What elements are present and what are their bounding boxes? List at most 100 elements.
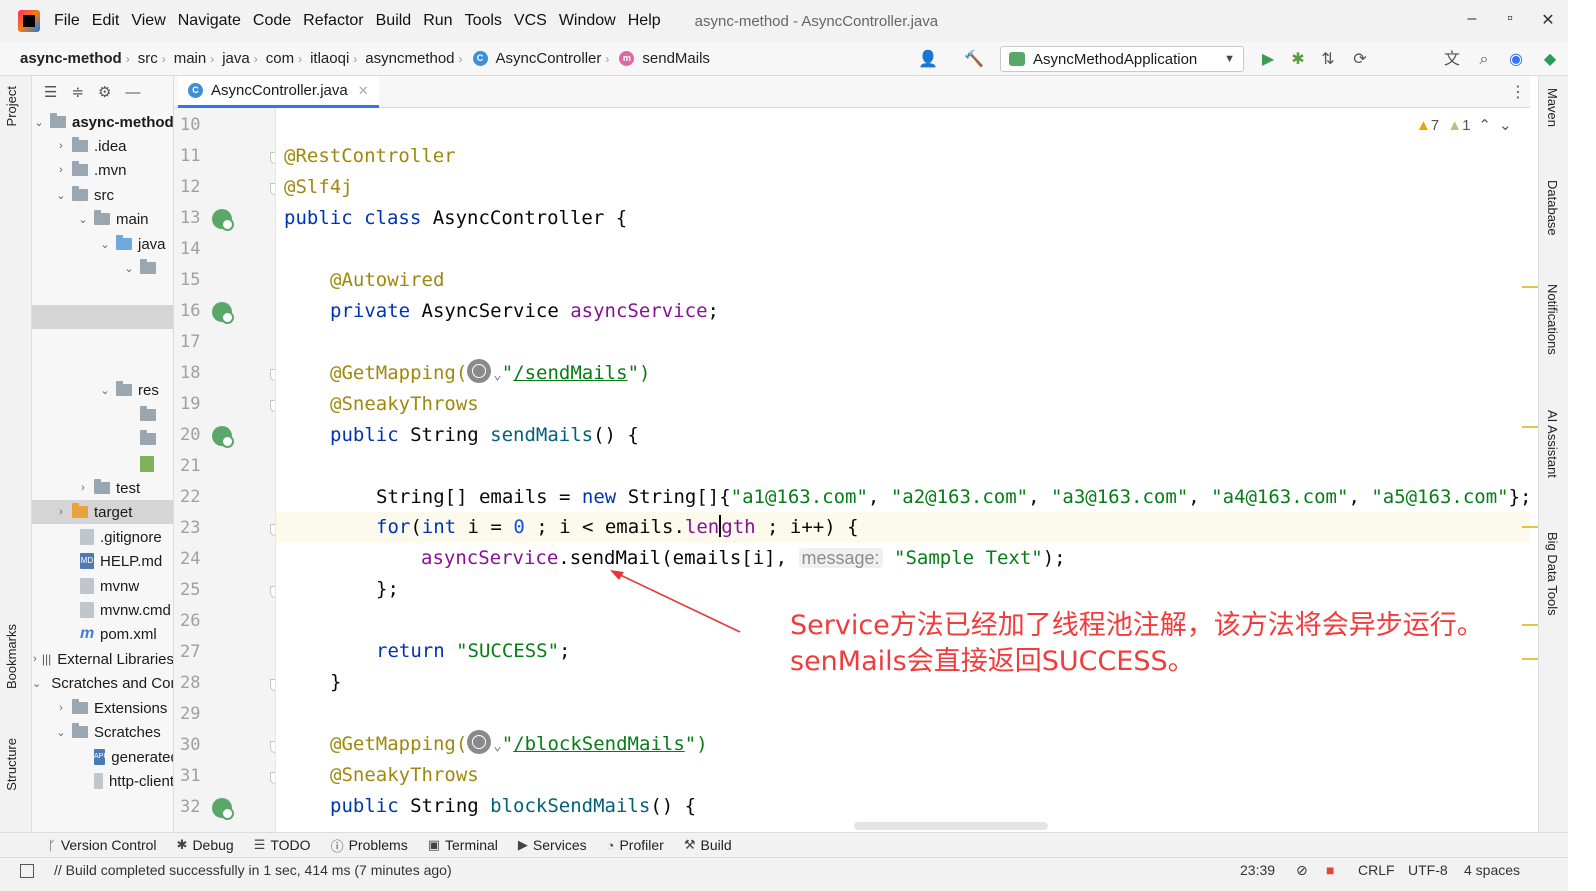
problems-tab[interactable]: ⓘ Problems xyxy=(331,836,408,855)
maven-tool-tab[interactable]: Maven xyxy=(1545,88,1560,127)
spring-bean-gutter-icon[interactable] xyxy=(212,426,234,448)
run-icon[interactable]: ▶ xyxy=(1258,50,1278,70)
tree-item-mvn[interactable]: › .mvn xyxy=(32,158,173,182)
intellij-logo-icon[interactable] xyxy=(18,10,40,32)
services-tab[interactable]: ▶ Services xyxy=(518,837,587,853)
tree-item-pom[interactable]: m pom.xml xyxy=(32,622,173,646)
caret-position[interactable]: 23:39 xyxy=(1240,862,1275,878)
tree-item-gitignore[interactable]: .gitignore xyxy=(32,525,173,549)
notifications-tool-tab[interactable]: Notifications xyxy=(1545,284,1560,355)
next-highlight-icon[interactable]: ⌄ xyxy=(1499,116,1512,134)
breadcrumb-method[interactable]: sendMails xyxy=(642,50,710,67)
tool-windows-toggle-icon[interactable] xyxy=(20,864,34,878)
indent-setting[interactable]: 4 spaces xyxy=(1464,862,1520,878)
tab-asynccontroller[interactable]: C AsyncController.java ✕ xyxy=(178,76,379,108)
editor-gutter[interactable]: 10 11 12 13 14 15 16 17 18 19 20 21 22 23 24 25 26 27 28 29… xyxy=(174,108,276,832)
breadcrumb-project[interactable]: async-method xyxy=(20,50,122,67)
tree-item-static[interactable] xyxy=(32,403,173,427)
breadcrumb-com[interactable]: com xyxy=(266,50,294,67)
menu-tools[interactable]: Tools xyxy=(465,12,502,30)
run-configuration-select[interactable]: AsyncMethodApplication ▼ xyxy=(1000,46,1244,72)
warning-stripe-mark[interactable] xyxy=(1522,426,1538,428)
tree-item-external-libraries[interactable]: › ||| External Libraries xyxy=(32,647,173,671)
profiler-tab[interactable]: ◔ Profiler xyxy=(607,837,664,853)
profiler-icon[interactable]: ⟳ xyxy=(1350,50,1370,70)
tree-item-mvnw[interactable]: mvnw xyxy=(32,574,173,598)
menu-navigate[interactable]: Navigate xyxy=(178,12,241,30)
globe-icon[interactable] xyxy=(467,730,492,754)
endpoint-link[interactable]: /blockSendMails xyxy=(513,733,685,755)
build-hammer-icon[interactable]: 🔨 xyxy=(964,50,984,70)
maximize-button[interactable]: ▫ xyxy=(1498,10,1522,28)
tree-item-main[interactable]: ⌄ main xyxy=(32,207,173,231)
menu-refactor[interactable]: Refactor xyxy=(303,12,363,30)
chevron-down-icon[interactable]: ⌄ xyxy=(493,738,501,754)
breadcrumb-itlaoqi[interactable]: itlaoqi xyxy=(310,50,349,67)
build-tab[interactable]: ⚒ Build xyxy=(684,837,732,853)
project-tool-tab[interactable]: Project xyxy=(4,86,19,126)
tree-item-http-client[interactable]: http-client xyxy=(32,769,173,793)
tree-item-src[interactable]: ⌄ src xyxy=(32,183,173,207)
file-encoding[interactable]: UTF-8 xyxy=(1408,862,1448,878)
gear-icon[interactable]: ⚙ xyxy=(98,83,111,101)
spring-bean-gutter-icon[interactable] xyxy=(212,302,234,324)
menu-build[interactable]: Build xyxy=(376,12,412,30)
breadcrumb-java[interactable]: java xyxy=(222,50,250,67)
line-separator[interactable]: CRLF xyxy=(1358,862,1395,878)
debug-icon[interactable]: ✱ xyxy=(1288,50,1308,70)
breadcrumb-main[interactable]: main xyxy=(174,50,207,67)
debug-tab[interactable]: ✱ Debug xyxy=(177,837,234,853)
status-message[interactable]: // Build completed successfully in 1 sec… xyxy=(54,862,452,878)
chevron-down-icon[interactable]: ⌄ xyxy=(493,367,501,383)
collapse-all-icon[interactable]: ≑ xyxy=(71,83,84,101)
close-window-button[interactable]: ✕ xyxy=(1536,10,1560,30)
tree-item-help[interactable]: MD HELP.md xyxy=(32,549,173,573)
menu-vcs[interactable]: VCS xyxy=(514,12,547,30)
tree-item-test[interactable]: › test xyxy=(32,476,173,500)
tree-item-mvnw-cmd[interactable]: mvnw.cmd xyxy=(32,598,173,622)
bookmarks-tool-tab[interactable]: Bookmarks xyxy=(4,624,19,689)
warning-stripe-mark[interactable] xyxy=(1522,526,1538,528)
error-stripe[interactable] xyxy=(1522,108,1538,832)
tree-item-scratches-folder[interactable]: ⌄ Scratches xyxy=(32,720,173,744)
database-tool-tab[interactable]: Database xyxy=(1545,180,1560,236)
menu-file[interactable]: File xyxy=(54,12,80,30)
breadcrumb-src[interactable]: src xyxy=(138,50,158,67)
warning-stripe-mark[interactable] xyxy=(1522,624,1538,626)
endpoint-link[interactable]: /sendMails xyxy=(513,362,627,384)
menu-run[interactable]: Run xyxy=(423,12,452,30)
tree-item-generated-requests[interactable]: API generated-requests xyxy=(32,745,173,769)
tree-item-package[interactable]: ⌄ xyxy=(32,256,173,280)
tree-item-root[interactable]: ⌄ async-method xyxy=(32,110,173,134)
spring-bean-gutter-icon[interactable] xyxy=(212,798,234,820)
menu-window[interactable]: Window xyxy=(559,12,616,30)
structure-tool-tab[interactable]: Structure xyxy=(4,738,19,791)
hide-icon[interactable]: — xyxy=(125,84,140,101)
tree-item-templates[interactable] xyxy=(32,427,173,451)
update-icon[interactable]: ◉ xyxy=(1506,50,1526,70)
tree-item-properties[interactable] xyxy=(32,452,173,476)
ai-logo-icon[interactable]: ◆ xyxy=(1540,50,1560,70)
expand-all-icon[interactable]: ☰ xyxy=(44,83,57,101)
tree-item-target[interactable]: › target xyxy=(32,500,173,524)
inspections-widget[interactable]: ▲7 ▲1 ⌃ ⌄ xyxy=(1416,116,1512,135)
close-tab-icon[interactable]: ✕ xyxy=(358,83,369,99)
weak-warnings-count[interactable]: ▲1 xyxy=(1447,117,1470,134)
code-editor[interactable]: @RestController @Slf4j public class Asyn… xyxy=(276,108,1530,832)
breadcrumb-asyncmethod[interactable]: asyncmethod xyxy=(365,50,454,67)
version-control-tab[interactable]: ᚴ Version Control xyxy=(48,837,157,853)
ai-assistant-tool-tab[interactable]: AI Assistant xyxy=(1545,410,1560,478)
breadcrumb-class[interactable]: AsyncController xyxy=(496,50,602,67)
warning-stripe-mark[interactable] xyxy=(1522,658,1538,660)
tree-item-scratches[interactable]: ⌄ Scratches and Consoles xyxy=(32,671,173,695)
menu-view[interactable]: View xyxy=(131,12,165,30)
coverage-icon[interactable]: ⇅ xyxy=(1318,50,1338,70)
menu-edit[interactable]: Edit xyxy=(92,12,120,30)
user-icon[interactable]: 👤 xyxy=(918,50,938,70)
tree-item-idea[interactable]: › .idea xyxy=(32,134,173,158)
horizontal-scrollbar[interactable] xyxy=(854,822,1048,830)
terminal-tab[interactable]: ▣ Terminal xyxy=(428,837,498,853)
big-data-tools-tab[interactable]: Big Data Tools xyxy=(1545,532,1560,616)
no-readonly-icon[interactable]: ⊘ xyxy=(1296,862,1308,879)
spring-bean-gutter-icon[interactable] xyxy=(212,209,234,231)
